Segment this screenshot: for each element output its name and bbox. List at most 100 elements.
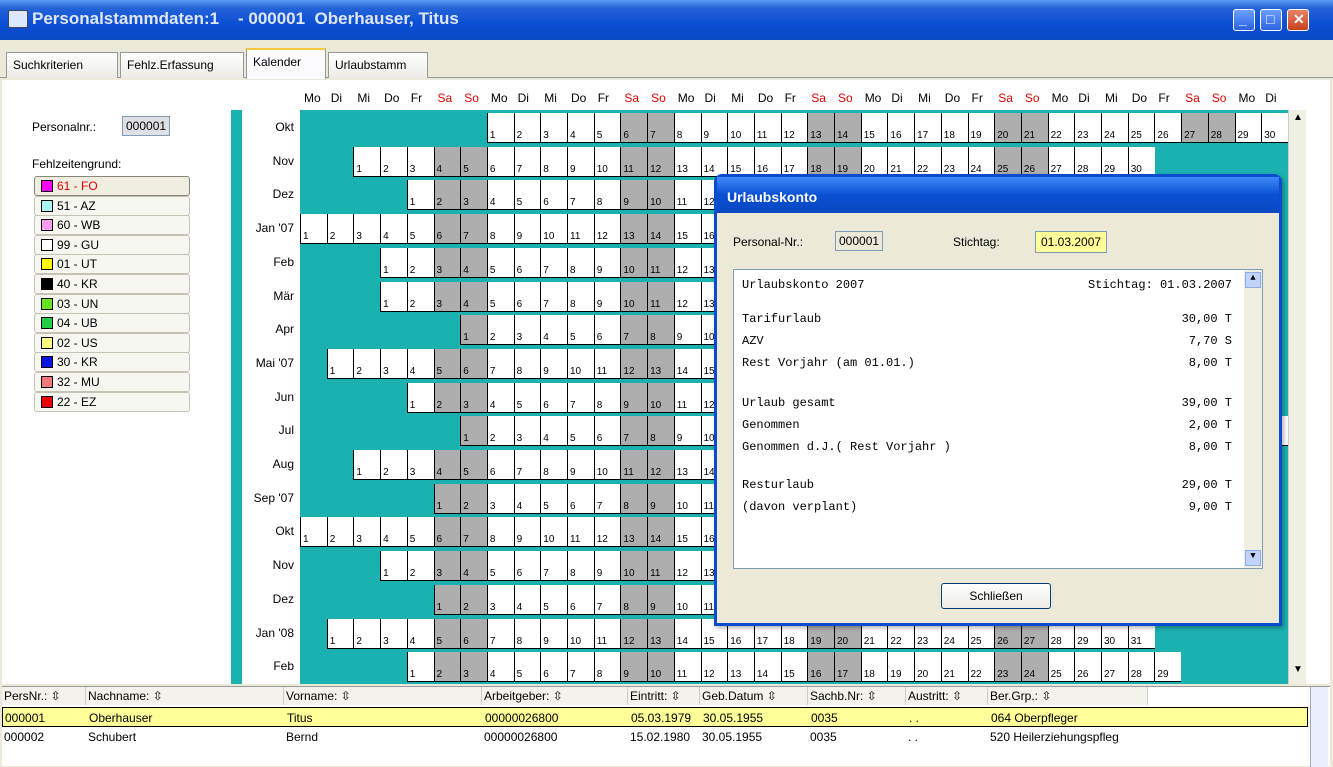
day-cell[interactable]: 4 — [487, 652, 514, 682]
day-cell[interactable]: 9 — [701, 113, 728, 143]
day-cell[interactable]: 6 — [514, 248, 541, 278]
day-cell[interactable]: 5 — [567, 416, 594, 446]
legend-item[interactable]: 01 - UT — [34, 254, 190, 274]
day-cell[interactable]: 5 — [540, 484, 567, 514]
day-cell[interactable]: 12 — [781, 113, 808, 143]
day-cell[interactable]: 14 — [701, 147, 728, 177]
day-cell[interactable]: 29 — [1235, 113, 1262, 143]
day-cell[interactable]: 10 — [567, 349, 594, 379]
day-cell[interactable]: 2 — [434, 383, 461, 413]
day-cell[interactable]: 25 — [1048, 652, 1075, 682]
day-cell[interactable]: 20 — [914, 652, 941, 682]
day-cell[interactable]: 4 — [380, 517, 407, 547]
day-cell[interactable]: 16 — [807, 652, 834, 682]
day-cell[interactable]: 1 — [327, 619, 354, 649]
day-cell[interactable]: 8 — [620, 585, 647, 615]
table-row[interactable]: 000002SchubertBernd0000002680015.02.1980… — [2, 727, 1308, 747]
day-cell[interactable]: 25 — [994, 147, 1021, 177]
day-cell[interactable]: 5 — [434, 349, 461, 379]
day-cell[interactable]: 17 — [781, 147, 808, 177]
day-cell[interactable]: 10 — [647, 180, 674, 210]
day-cell[interactable]: 20 — [994, 113, 1021, 143]
day-cell[interactable]: 13 — [647, 619, 674, 649]
day-cell[interactable]: 9 — [647, 585, 674, 615]
day-cell[interactable]: 3 — [540, 113, 567, 143]
day-cell[interactable]: 5 — [594, 113, 621, 143]
day-cell[interactable]: 24 — [1101, 113, 1128, 143]
scroll-up-icon[interactable]: ▲ — [1290, 112, 1306, 128]
day-cell[interactable]: 3 — [460, 383, 487, 413]
column-header[interactable]: Sachb.Nr: ⇳ — [808, 687, 906, 705]
day-cell[interactable]: 13 — [674, 147, 701, 177]
day-cell[interactable]: 22 — [968, 652, 995, 682]
day-cell[interactable]: 4 — [460, 248, 487, 278]
day-cell[interactable]: 11 — [647, 551, 674, 581]
day-cell[interactable]: 18 — [807, 147, 834, 177]
day-cell[interactable]: 6 — [594, 315, 621, 345]
day-cell[interactable]: 4 — [434, 147, 461, 177]
day-cell[interactable]: 7 — [540, 282, 567, 312]
day-cell[interactable]: 1 — [487, 113, 514, 143]
day-cell[interactable]: 17 — [914, 113, 941, 143]
day-cell[interactable]: 11 — [620, 450, 647, 480]
day-cell[interactable]: 20 — [861, 147, 888, 177]
day-cell[interactable]: 7 — [487, 349, 514, 379]
day-cell[interactable]: 6 — [594, 416, 621, 446]
day-cell[interactable]: 6 — [514, 551, 541, 581]
text-scroll-down-icon[interactable]: ▼ — [1245, 550, 1261, 566]
day-cell[interactable]: 2 — [353, 349, 380, 379]
day-cell[interactable]: 5 — [460, 147, 487, 177]
day-cell[interactable]: 14 — [647, 517, 674, 547]
day-cell[interactable]: 1 — [300, 517, 327, 547]
day-cell[interactable]: 4 — [380, 214, 407, 244]
day-cell[interactable]: 9 — [514, 214, 541, 244]
day-cell[interactable]: 29 — [1154, 652, 1181, 682]
day-cell[interactable]: 16 — [754, 147, 781, 177]
day-cell[interactable]: 1 — [380, 248, 407, 278]
day-cell[interactable]: 13 — [647, 349, 674, 379]
day-cell[interactable]: 9 — [647, 484, 674, 514]
column-header[interactable]: Nachname: ⇳ — [86, 687, 284, 705]
day-cell[interactable]: 12 — [701, 652, 728, 682]
day-cell[interactable]: 1 — [327, 349, 354, 379]
day-cell[interactable]: 19 — [887, 652, 914, 682]
day-cell[interactable]: 2 — [327, 517, 354, 547]
day-cell[interactable]: 3 — [380, 349, 407, 379]
day-cell[interactable]: 7 — [540, 551, 567, 581]
day-cell[interactable]: 2 — [407, 282, 434, 312]
day-cell[interactable]: 1 — [460, 315, 487, 345]
day-cell[interactable]: 6 — [567, 585, 594, 615]
day-cell[interactable]: 7 — [594, 585, 621, 615]
day-cell[interactable]: 9 — [620, 180, 647, 210]
day-cell[interactable]: 1 — [407, 180, 434, 210]
day-cell[interactable]: 1 — [380, 282, 407, 312]
day-cell[interactable]: 9 — [594, 248, 621, 278]
account-text-area[interactable]: Urlaubskonto 2007 Stichtag: 01.03.2007 T… — [733, 269, 1263, 569]
day-cell[interactable]: 4 — [460, 551, 487, 581]
legend-item[interactable]: 03 - UN — [34, 294, 190, 314]
day-cell[interactable]: 30 — [1128, 147, 1155, 177]
day-cell[interactable]: 11 — [594, 619, 621, 649]
day-cell[interactable]: 10 — [647, 383, 674, 413]
day-cell[interactable]: 2 — [380, 147, 407, 177]
day-cell[interactable]: 5 — [487, 551, 514, 581]
day-cell[interactable]: 2 — [460, 484, 487, 514]
legend-item[interactable]: 30 - KR — [34, 352, 190, 372]
day-cell[interactable]: 12 — [647, 147, 674, 177]
day-cell[interactable]: 11 — [674, 383, 701, 413]
day-cell[interactable]: 1 — [434, 484, 461, 514]
day-cell[interactable]: 24 — [968, 147, 995, 177]
day-cell[interactable]: 6 — [460, 349, 487, 379]
day-cell[interactable]: 5 — [514, 652, 541, 682]
day-cell[interactable]: 14 — [834, 113, 861, 143]
day-cell[interactable]: 1 — [434, 585, 461, 615]
day-cell[interactable]: 28 — [1128, 652, 1155, 682]
day-cell[interactable]: 4 — [407, 619, 434, 649]
day-cell[interactable]: 21 — [1021, 113, 1048, 143]
day-cell[interactable]: 7 — [460, 517, 487, 547]
day-cell[interactable]: 18 — [941, 113, 968, 143]
column-header[interactable]: Austritt: ⇳ — [906, 687, 988, 705]
day-cell[interactable]: 1 — [380, 551, 407, 581]
day-cell[interactable]: 6 — [567, 484, 594, 514]
day-cell[interactable]: 11 — [674, 652, 701, 682]
